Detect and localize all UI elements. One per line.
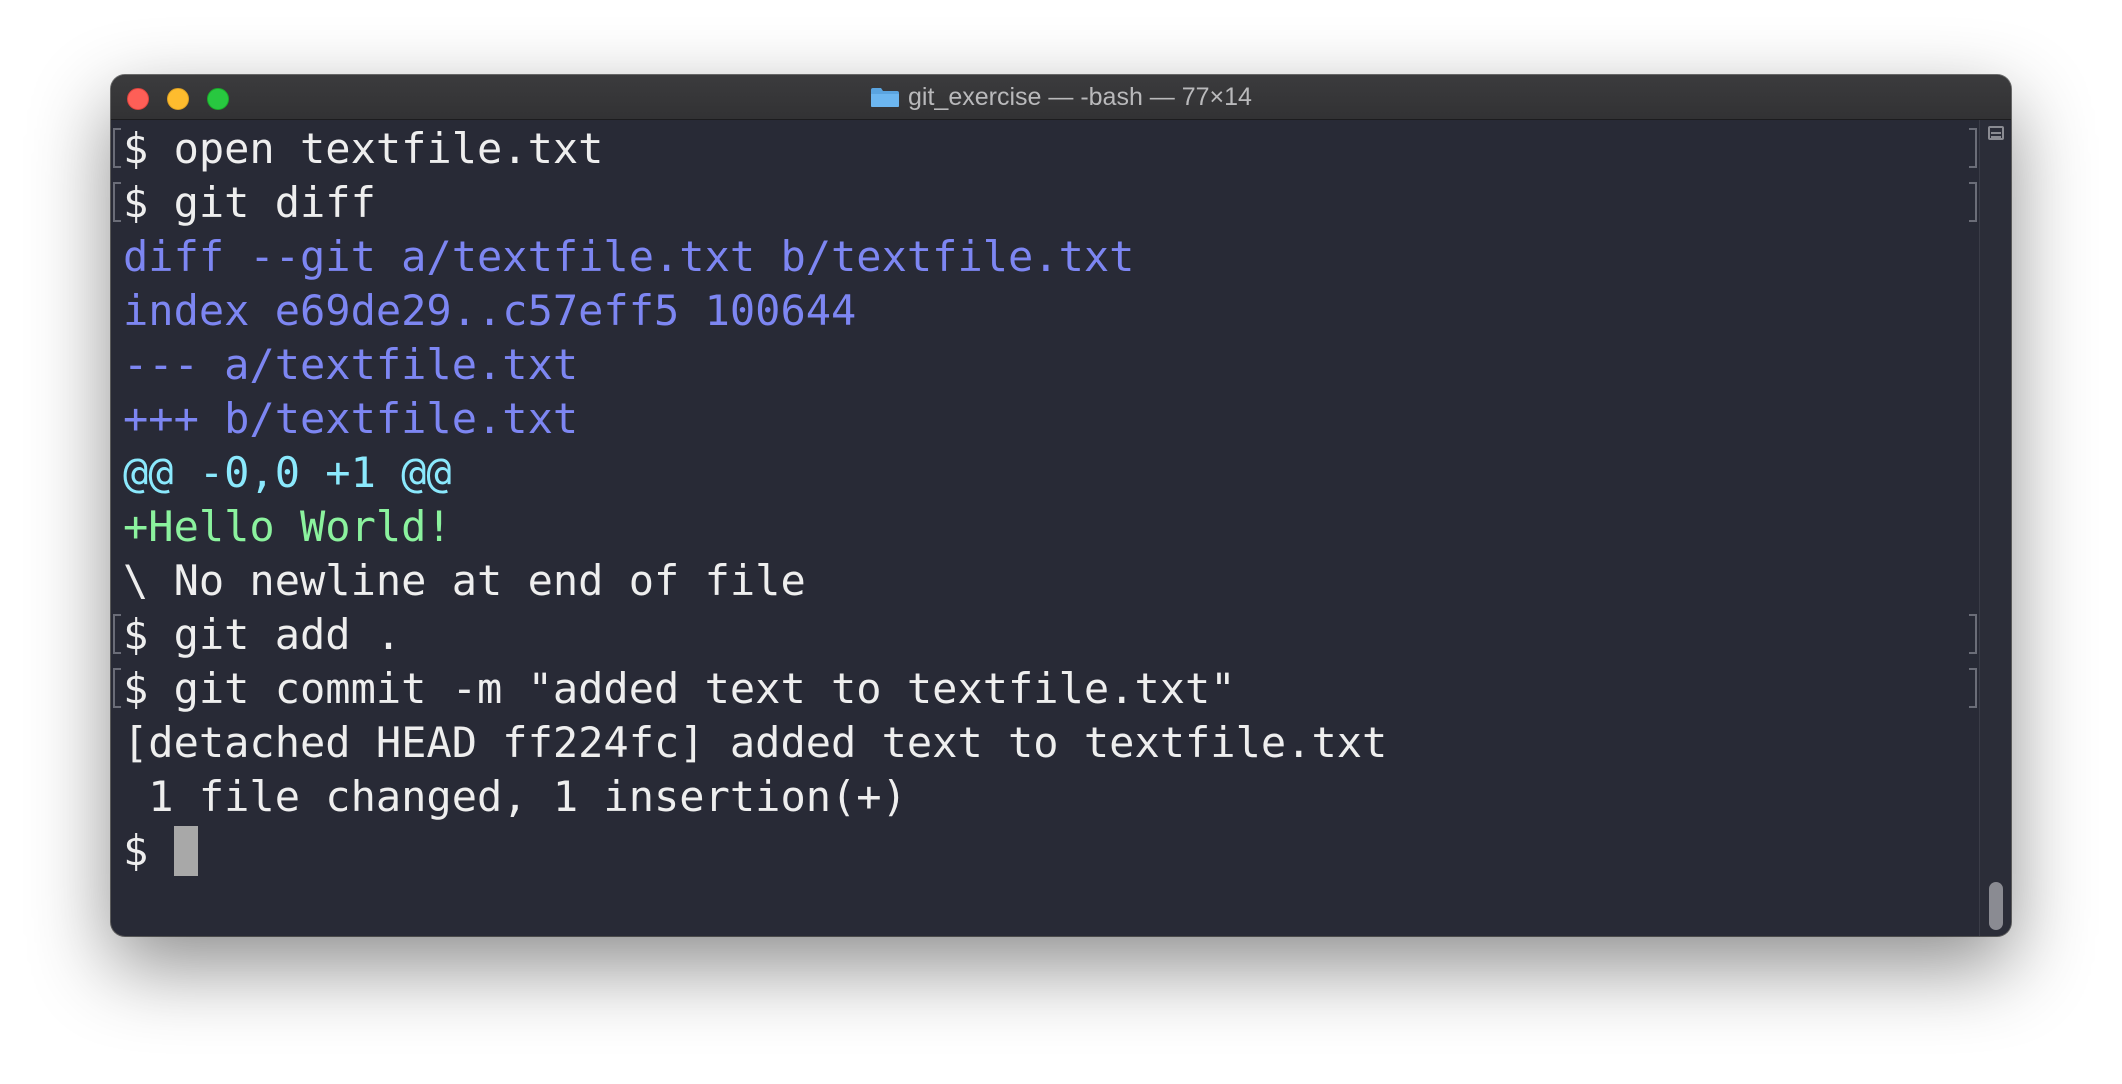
terminal-line-text: \ No newline at end of file xyxy=(123,556,806,605)
command-mark-end xyxy=(1969,182,1977,222)
terminal-line: $ open textfile.txt xyxy=(111,122,1979,176)
window-title-container: git_exercise — -bash — 77×14 xyxy=(111,75,2011,119)
prompt-text: $ xyxy=(123,826,174,875)
terminal-line: +Hello World! xyxy=(111,500,1979,554)
terminal-line: $ git commit -m "added text to textfile.… xyxy=(111,662,1979,716)
text-cursor xyxy=(173,826,198,876)
terminal-line-text: diff --git a/textfile.txt b/textfile.txt xyxy=(123,232,1135,281)
terminal-line: +++ b/textfile.txt xyxy=(111,392,1979,446)
terminal-line-text: $ git commit -m "added text to textfile.… xyxy=(123,664,1236,713)
terminal-line-text: [detached HEAD ff224fc] added text to te… xyxy=(123,718,1388,767)
terminal-line-text: $ git diff xyxy=(123,178,376,227)
terminal-line-text: 1 file changed, 1 insertion(+) xyxy=(123,772,907,821)
terminal-line-text: +Hello World! xyxy=(123,502,452,551)
terminal-line: diff --git a/textfile.txt b/textfile.txt xyxy=(111,230,1979,284)
terminal-line-text: $ git add . xyxy=(123,610,402,659)
scrollbar[interactable] xyxy=(1979,120,2011,936)
terminal-line: --- a/textfile.txt xyxy=(111,338,1979,392)
command-mark xyxy=(113,128,121,168)
terminal-line: $ git diff xyxy=(111,176,1979,230)
terminal-line-text: @@ -0,0 +1 @@ xyxy=(123,448,452,497)
terminal-line: @@ -0,0 +1 @@ xyxy=(111,446,1979,500)
terminal-line: index e69de29..c57eff5 100644 xyxy=(111,284,1979,338)
command-mark-end xyxy=(1969,614,1977,654)
command-mark-end xyxy=(1969,668,1977,708)
prompt-line[interactable]: $ xyxy=(111,824,1979,878)
terminal-line: [detached HEAD ff224fc] added text to te… xyxy=(111,716,1979,770)
terminal-line-text: index e69de29..c57eff5 100644 xyxy=(123,286,857,335)
window-title: git_exercise — -bash — 77×14 xyxy=(908,82,1252,111)
terminal-line: $ git add . xyxy=(111,608,1979,662)
command-mark xyxy=(113,182,121,222)
command-mark-end xyxy=(1969,128,1977,168)
terminal-line-text: --- a/textfile.txt xyxy=(123,340,579,389)
terminal-output[interactable]: $ open textfile.txt $ git diff diff --git … xyxy=(111,120,1979,936)
title-bar[interactable]: git_exercise — -bash — 77×14 xyxy=(111,75,2011,120)
terminal-line-text: $ open textfile.txt xyxy=(123,124,604,173)
folder-icon xyxy=(870,86,900,108)
scrollbar-thumb[interactable] xyxy=(1989,882,2003,930)
terminal-line-text: +++ b/textfile.txt xyxy=(123,394,579,443)
terminal-line: \ No newline at end of file xyxy=(111,554,1979,608)
command-mark xyxy=(113,668,121,708)
terminal-window: git_exercise — -bash — 77×14 $ open text… xyxy=(111,75,2011,936)
terminal-line: 1 file changed, 1 insertion(+) xyxy=(111,770,1979,824)
command-mark xyxy=(113,614,121,654)
split-pane-icon[interactable] xyxy=(1988,126,2004,140)
